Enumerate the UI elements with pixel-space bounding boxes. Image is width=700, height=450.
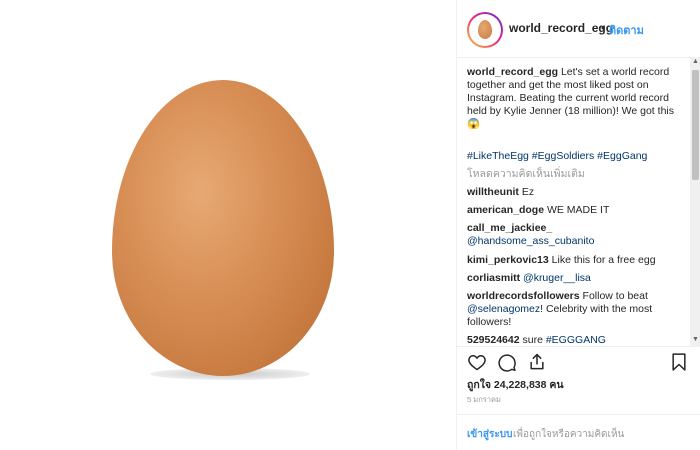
list-item: willtheunit Ez [467, 186, 683, 199]
comment-username[interactable]: call_me_jackiee_ [467, 222, 683, 235]
likes-count[interactable]: ถูกใจ 24,228,838 คน [467, 376, 564, 393]
comments-list: world_record_egg Let's set a world recor… [457, 58, 693, 346]
comment-icon[interactable] [497, 352, 517, 372]
comment-username[interactable]: kimi_perkovic13 [467, 254, 549, 266]
comment-username[interactable]: 529524642 [467, 334, 520, 346]
comment-mention[interactable]: @selenagomez [467, 303, 540, 315]
egg-image [112, 80, 334, 376]
post-date[interactable]: 5 มกราคม [467, 394, 501, 406]
scroll-down-arrow-icon[interactable]: ▼ [690, 336, 700, 346]
login-prompt: เข้าสู่ระบบ เพื่อถูกใจหรือความคิดเห็น [457, 414, 700, 450]
header-separator: • [601, 21, 606, 35]
list-item: 529524642 sure #EGGGANG [467, 334, 683, 346]
bookmark-icon[interactable] [669, 352, 689, 372]
header-username[interactable]: world_record_egg [509, 21, 613, 35]
caption-hashtags[interactable]: #LikeTheEgg #EggSoldiers #EggGang [467, 150, 647, 163]
follow-button[interactable]: ติดตาม [609, 21, 644, 39]
share-icon[interactable] [527, 352, 547, 372]
comment-text: sure [522, 334, 543, 346]
post-photo[interactable] [0, 0, 456, 450]
egg-avatar-icon [478, 20, 492, 39]
comment-username[interactable]: willtheunit [467, 186, 519, 198]
comment-username[interactable]: american_doge [467, 204, 544, 216]
scrollbar-thumb[interactable] [692, 70, 699, 180]
heart-icon[interactable] [467, 352, 487, 372]
load-more-comments[interactable]: โหลดความคิดเห็นเพิ่มเติม [467, 168, 585, 181]
list-item: american_doge WE MADE IT [467, 204, 683, 217]
comment-text: Like this for a free egg [551, 254, 656, 266]
avatar[interactable] [467, 12, 503, 48]
comment-hashtag[interactable]: #EGGGANG [546, 334, 606, 346]
list-item: kimi_perkovic13 Like this for a free egg [467, 254, 683, 267]
comment-mention[interactable]: @handsome_ass_cubanito [467, 235, 683, 248]
list-item: call_me_jackiee_ @handsome_ass_cubanito [467, 222, 683, 248]
scroll-up-arrow-icon[interactable]: ▲ [690, 58, 700, 68]
comment-text: WE MADE IT [546, 204, 610, 216]
list-item: corliasmitt @kruger__lisa [467, 272, 683, 285]
comment-mention[interactable]: @kruger__lisa [523, 272, 591, 284]
avatar-inner [469, 14, 501, 46]
comment-text: Follow to beat [582, 290, 648, 302]
action-bar [457, 346, 700, 374]
caption-username[interactable]: world_record_egg [467, 66, 558, 78]
login-link[interactable]: เข้าสู่ระบบ [467, 427, 512, 442]
caption: world_record_egg Let's set a world recor… [467, 66, 683, 131]
login-prompt-text: เพื่อถูกใจหรือความคิดเห็น [513, 429, 625, 440]
post-header: world_record_egg • ติดตาม [457, 0, 700, 58]
comment-username[interactable]: worldrecordsfollowers [467, 290, 580, 302]
comment-text: Ez [521, 186, 535, 198]
list-item: worldrecordsfollowers Follow to beat @se… [467, 290, 683, 329]
comment-username[interactable]: corliasmitt [467, 272, 520, 284]
post-side-panel: world_record_egg • ติดตาม world_record_e… [456, 0, 700, 450]
